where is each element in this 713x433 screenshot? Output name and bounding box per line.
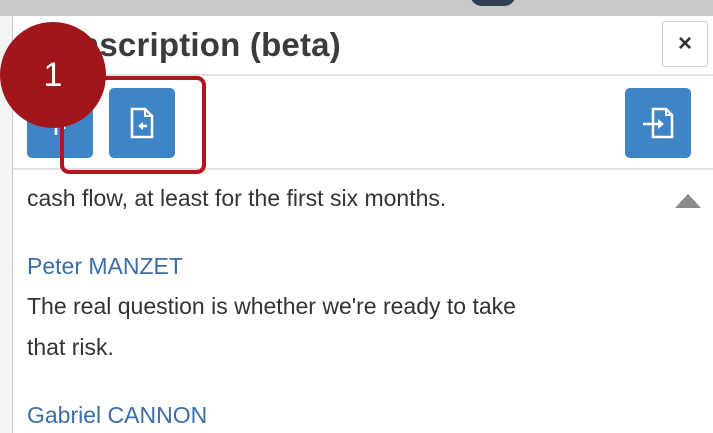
- panel-title: nscription (beta): [79, 26, 341, 63]
- transcript-line: The real question is whether we're ready…: [27, 293, 516, 319]
- transcript-line: that risk.: [27, 334, 114, 360]
- screenshot-stage: nscription (beta) × cash flow, at least …: [0, 0, 713, 433]
- step-number-badge: 1: [0, 22, 106, 128]
- app-logo-icon: [470, 0, 516, 6]
- close-button[interactable]: ×: [662, 21, 708, 67]
- speaker-name: Peter MANZET: [27, 253, 183, 279]
- scroll-up-arrow-icon[interactable]: [675, 194, 701, 208]
- transcript-line: cash flow, at least for the first six mo…: [27, 185, 447, 211]
- window-top-strip: [0, 0, 713, 17]
- share-transcript-button[interactable]: [625, 88, 691, 158]
- transcript-area[interactable]: cash flow, at least for the first six mo…: [13, 170, 713, 433]
- speaker-name: Gabriel CANNON: [27, 402, 208, 428]
- panel-header: nscription (beta) ×: [13, 16, 713, 76]
- document-arrow-icon: [643, 107, 674, 139]
